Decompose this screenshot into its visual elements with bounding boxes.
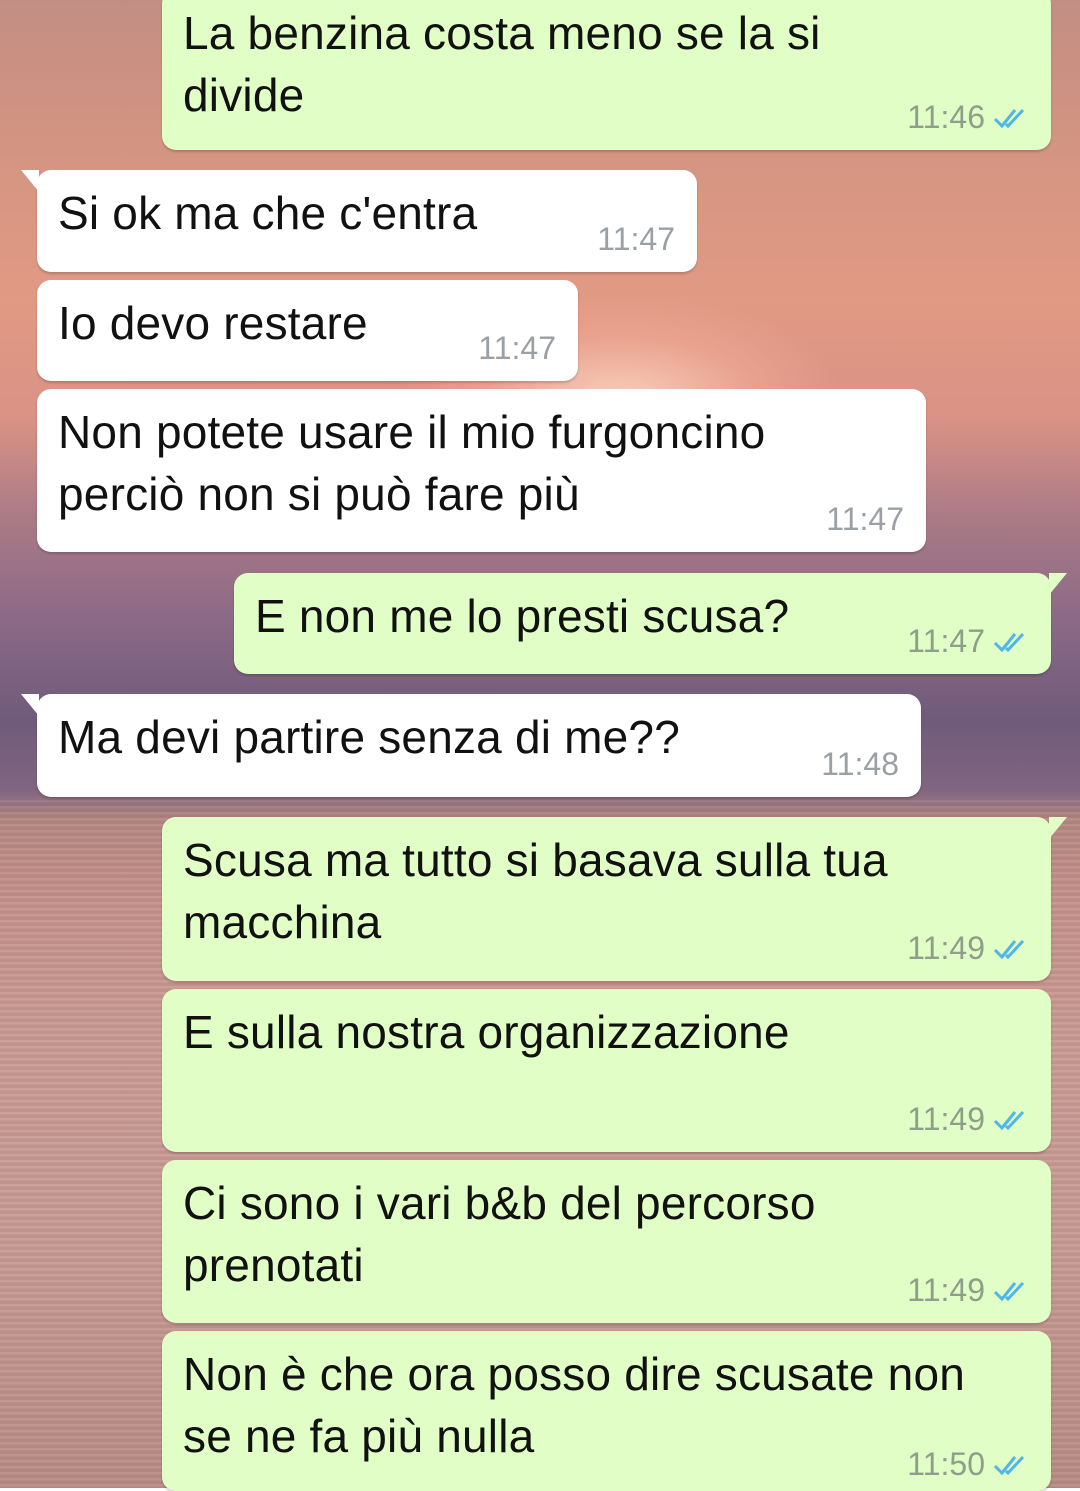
message-meta: 11:47 (826, 501, 904, 538)
message-meta: 11:49 (907, 1101, 1029, 1138)
double-check-icon (993, 106, 1029, 130)
message-outgoing[interactable]: Ci sono i vari b&b del percorso prenotat… (162, 1160, 1051, 1323)
message-meta: 11:46 (907, 99, 1029, 136)
message-text: Scusa ma tutto si basava sulla tua macch… (183, 834, 888, 948)
message-time: 11:48 (821, 746, 899, 782)
message-text: E sulla nostra organizzazione (183, 1006, 790, 1058)
message-meta: 11:48 (821, 746, 899, 783)
message-meta: 11:49 (907, 1272, 1029, 1309)
double-check-icon (993, 1108, 1029, 1132)
message-text: Ci sono i vari b&b del percorso prenotat… (183, 1177, 816, 1291)
message-outgoing[interactable]: Scusa ma tutto si basava sulla tua macch… (162, 817, 1067, 981)
message-time: 11:49 (907, 930, 985, 966)
message-time: 11:47 (597, 221, 675, 257)
message-text: Si ok ma che c'entra (58, 187, 478, 239)
message-time: 11:47 (826, 501, 904, 537)
message-time: 11:47 (907, 623, 985, 659)
message-outgoing[interactable]: Non è che ora posso dire scusate non se … (162, 1331, 1051, 1491)
double-check-icon (993, 630, 1029, 654)
message-time: 11:46 (907, 99, 985, 135)
message-meta: 11:47 (597, 221, 675, 258)
bubble-tail (21, 170, 39, 192)
message-outgoing[interactable]: La benzina costa meno se la si divide 11… (162, 0, 1051, 150)
double-check-icon (993, 1279, 1029, 1303)
bubble-tail (21, 694, 39, 716)
message-time: 11:47 (478, 330, 556, 366)
message-text: Non potete usare il mio furgoncino perci… (58, 406, 766, 520)
message-meta: 11:49 (907, 930, 1029, 967)
message-list[interactable]: La benzina costa meno se la si divide 11… (0, 0, 1080, 1491)
message-meta: 11:47 (907, 623, 1029, 660)
message-meta: 11:47 (478, 330, 556, 367)
message-incoming[interactable]: Non potete usare il mio furgoncino perci… (37, 389, 926, 552)
message-incoming[interactable]: Io devo restare 11:47 (37, 280, 578, 381)
double-check-icon (993, 1453, 1029, 1477)
message-time: 11:50 (907, 1446, 985, 1482)
message-outgoing[interactable]: E non me lo presti scusa? 11:47 (234, 573, 1067, 674)
bubble-tail (1049, 573, 1067, 595)
message-text: Ma devi partire senza di me?? (58, 711, 680, 763)
bubble-tail (1049, 817, 1067, 839)
message-time: 11:49 (907, 1101, 985, 1137)
message-incoming[interactable]: Si ok ma che c'entra 11:47 (21, 170, 697, 272)
message-time: 11:49 (907, 1272, 985, 1308)
double-check-icon (993, 937, 1029, 961)
message-meta: 11:50 (907, 1446, 1029, 1483)
message-outgoing[interactable]: E sulla nostra organizzazione 11:49 (162, 989, 1051, 1152)
message-text: Non è che ora posso dire scusate non se … (183, 1348, 966, 1462)
message-incoming[interactable]: Ma devi partire senza di me?? 11:48 (21, 694, 921, 797)
message-text: La benzina costa meno se la si divide (183, 7, 821, 121)
